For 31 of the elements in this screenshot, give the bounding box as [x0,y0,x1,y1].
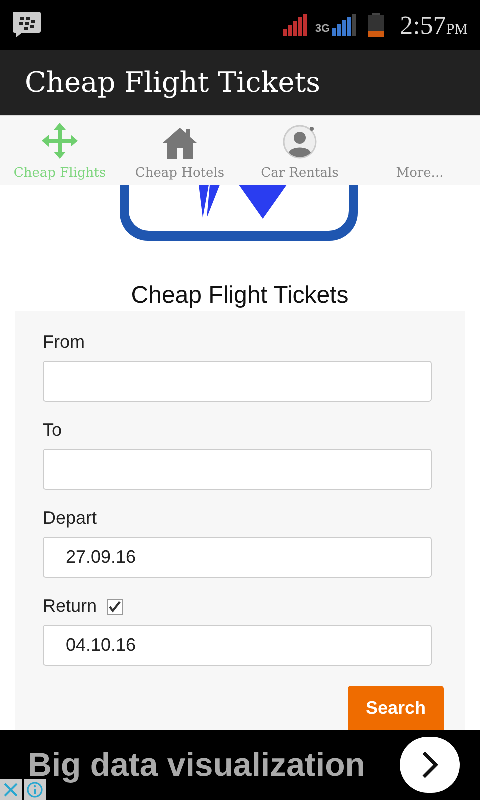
field-label: Depart [43,507,98,530]
field-label: Return [43,595,98,618]
app-title: Cheap Flight Tickets [25,64,320,100]
clock-time: 2:57 [400,10,446,42]
field-label: To [43,419,62,442]
clock-period: PM [446,20,468,40]
arrows-icon [41,122,79,160]
checkbox[interactable] [107,598,124,614]
search-button[interactable]: Search [348,686,444,731]
tab[interactable]: Cheap Hotels [120,116,240,185]
input-field[interactable]: 27.09.16 [43,537,432,578]
network-type: 3G [315,24,330,34]
person-icon [282,124,318,160]
close-button[interactable] [0,779,22,800]
signal-icon [332,14,356,36]
input-field[interactable] [43,449,432,490]
tab[interactable]: More... [360,116,480,185]
signal-icon [283,14,308,36]
field-label: From [43,331,85,354]
info-icon [27,782,43,798]
ad-text: Big data visualization [28,745,366,786]
input-field[interactable] [43,361,432,402]
page-heading: Cheap Flight Tickets [130,281,350,311]
close-icon [4,782,18,796]
chat-bubble-icon [12,11,42,39]
tab[interactable]: Car Rentals [240,116,360,185]
house-icon [162,126,198,160]
battery-icon [368,13,384,37]
chevron-icon [420,750,440,780]
tab[interactable]: Cheap Flights [0,116,120,185]
input-field[interactable]: 04.10.16 [43,625,432,666]
